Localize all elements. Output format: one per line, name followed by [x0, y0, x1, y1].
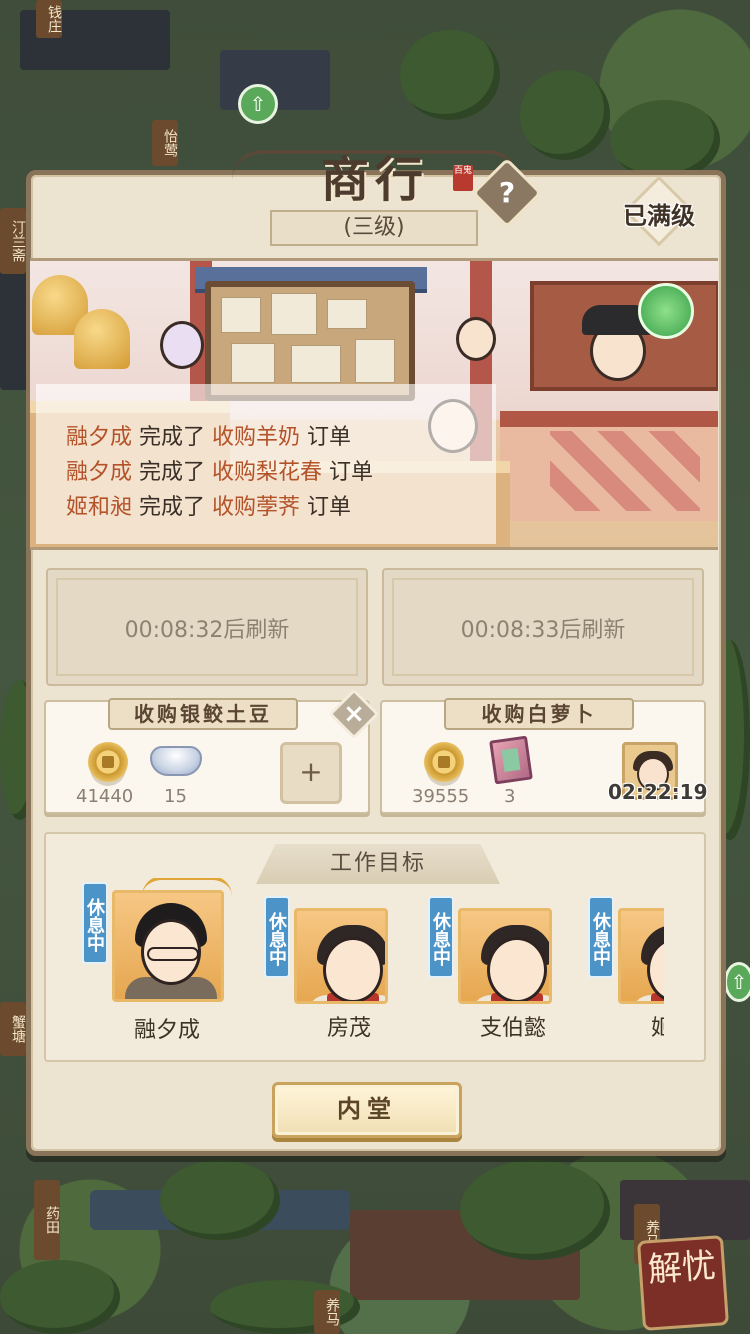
worker-portrait — [618, 908, 664, 1004]
map-sign-yangma-bottom[interactable]: 养马 — [314, 1290, 340, 1334]
order-card-radish[interactable]: 收购白萝卜 39555 3 02:22:19 — [380, 698, 708, 814]
worker-name: 支伯懿 — [479, 1016, 546, 1041]
refresh-countdown: 00:08:33后刷新 — [460, 618, 626, 643]
book-icon — [489, 735, 533, 785]
worker-card[interactable]: 休息中 融夕成 — [82, 878, 232, 1054]
silver-ingot-icon — [150, 746, 202, 776]
map-sign-yaotian[interactable]: 药田 — [34, 1180, 60, 1260]
resting-badge: 休息中 — [264, 896, 290, 978]
worker-card[interactable]: 休息中 姬和 — [588, 878, 664, 1054]
order-name: 收购白萝卜 — [444, 698, 634, 730]
order-feed: 融夕成 完成了 收购羊奶 订单 融夕成 完成了 收购梨花春 订单 姬和昶 完成了… — [36, 384, 496, 544]
order-feed-line: 融夕成 完成了 收购羊奶 订单 — [66, 425, 352, 450]
worker-portrait — [458, 908, 552, 1004]
map-upgrade-badge-right[interactable]: ⇧ — [724, 962, 750, 1002]
worker-card[interactable]: 休息中 支伯懿 — [428, 878, 578, 1054]
copper-coin-icon — [424, 742, 464, 782]
refresh-slot-right: 00:08:33后刷新 — [382, 568, 704, 686]
title-seal: 百鬼 — [453, 165, 473, 191]
worker-name: 房茂 — [326, 1016, 371, 1041]
refresh-slot-left: 00:08:32后刷新 — [46, 568, 368, 686]
question-icon: ? — [498, 176, 516, 209]
resting-badge: 休息中 — [588, 896, 614, 978]
item-quantity: 3 — [504, 786, 516, 807]
work-target-section: 工作目标 休息中 融夕成 休息中 房茂 休息中 支伯懿 休息中 姬和 — [44, 832, 706, 1062]
item-quantity: 15 — [164, 786, 187, 807]
map-upgrade-badge[interactable]: ⇧ — [238, 84, 278, 124]
worker-name: 姬和 — [650, 1016, 664, 1041]
resting-badge: 休息中 — [428, 896, 454, 978]
order-name: 收购银鲛土豆 — [108, 698, 298, 730]
coin-quantity: 41440 — [76, 786, 134, 807]
coin-quantity: 39555 — [412, 786, 470, 807]
map-sign-qianzhuang[interactable]: 钱庄 — [36, 0, 62, 38]
worker-name: 融夕成 — [133, 1018, 200, 1043]
worker-card[interactable]: 休息中 房茂 — [264, 878, 414, 1054]
refresh-countdown: 00:08:32后刷新 — [124, 618, 290, 643]
worker-list: 休息中 融夕成 休息中 房茂 休息中 支伯懿 休息中 姬和 — [82, 878, 664, 1054]
worker-portrait — [112, 890, 224, 1002]
copper-coin-icon — [88, 742, 128, 782]
order-feed-line: 融夕成 完成了 收购梨花春 订单 — [66, 460, 374, 485]
scene-quest-badge-icon[interactable] — [638, 283, 694, 339]
map-sign-tinglanzhai[interactable]: 汀兰斋 — [0, 208, 26, 274]
shop-level: (三级) — [270, 210, 478, 246]
map-sign-xietang[interactable]: 蟹塘 — [0, 1002, 26, 1056]
worker-portrait — [294, 908, 388, 1004]
order-card-potato[interactable]: 收购银鲛土豆 41440 15 + — [44, 698, 370, 814]
add-button[interactable]: + — [280, 742, 342, 804]
inner-hall-button[interactable]: 内堂 — [272, 1082, 462, 1138]
resting-badge: 休息中 — [82, 882, 108, 964]
close-icon: × — [343, 699, 365, 729]
jieyou-button[interactable]: 解忧 — [636, 1235, 730, 1331]
max-level-badge: 已满级 — [614, 175, 704, 247]
max-level-label: 已满级 — [623, 202, 695, 230]
order-feed-line: 姬和昶 完成了 收购荸荠 订单 — [66, 495, 352, 520]
order-timer: 02:22:19 — [608, 780, 708, 804]
